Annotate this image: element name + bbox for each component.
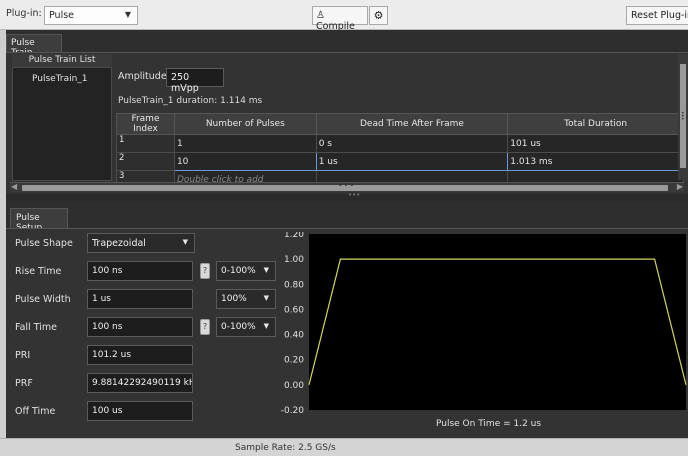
fall-range-value: 0-100% bbox=[221, 322, 256, 332]
y-tick-label: 0.80 bbox=[284, 280, 304, 290]
chevron-down-icon: ▼ bbox=[124, 10, 131, 19]
y-tick-label: 1.00 bbox=[284, 255, 304, 265]
off-time-label: Off Time bbox=[15, 406, 56, 417]
prf-input[interactable]: 9.88142292490119 kHz bbox=[87, 373, 193, 393]
pulse-preview-chart: 1.20 1.00 0.80 0.60 0.40 0.20 0.00 -0.20 bbox=[280, 232, 688, 438]
compile-figure-icon: ♙ bbox=[316, 10, 325, 21]
grip-icon: ••• bbox=[348, 191, 361, 199]
rise-range-value: 0-100% bbox=[221, 266, 256, 276]
panel-splitter[interactable]: ••• bbox=[6, 191, 688, 202]
rise-range-dropdown[interactable]: 0-100% ▼ bbox=[216, 261, 276, 281]
frame-index-cell: 2 bbox=[116, 152, 175, 171]
y-tick-label: 0.00 bbox=[284, 381, 304, 391]
pulse-preview-plot: 1.20 1.00 0.80 0.60 0.40 0.20 0.00 -0.20 bbox=[281, 232, 687, 416]
y-tick-label: 0.60 bbox=[284, 305, 304, 315]
frame-table: Frame Index Number of Pulses Dead Time A… bbox=[116, 113, 684, 189]
tab-pulse-train[interactable]: Pulse Train bbox=[6, 34, 62, 58]
pulse-train-list-header: Pulse Train List bbox=[12, 54, 112, 67]
scroll-right-icon[interactable]: ▶ bbox=[677, 182, 683, 191]
column-header-dead-time[interactable]: Dead Time After Frame bbox=[315, 113, 509, 135]
frame-index-cell: 1 bbox=[116, 134, 175, 153]
sample-rate-text: Sample Rate: 2.5 GS/s bbox=[235, 443, 336, 453]
y-tick-label: 0.40 bbox=[284, 331, 304, 341]
gear-icon: ⚙ bbox=[373, 9, 384, 22]
plugin-dropdown-value: Pulse bbox=[49, 10, 75, 21]
pulse-shape-value: Trapezoidal bbox=[92, 238, 146, 249]
y-tick-label: -0.20 bbox=[281, 406, 305, 416]
grip-icon: ••• bbox=[338, 181, 356, 190]
dead-time-cell[interactable]: 1 us bbox=[315, 152, 509, 171]
number-of-pulses-cell[interactable]: 1 bbox=[173, 134, 317, 153]
horizontal-scrollbar[interactable]: ◀ ••• ▶ bbox=[10, 181, 684, 192]
prf-label: PRF bbox=[15, 378, 33, 389]
chevron-down-icon: ▼ bbox=[263, 322, 269, 330]
pulse-width-pct-value: 100% bbox=[221, 294, 247, 304]
scroll-left-icon[interactable]: ◀ bbox=[11, 182, 17, 191]
pulse-train-duration: PulseTrain_1 duration: 1.114 ms bbox=[118, 96, 263, 106]
plot-background bbox=[309, 234, 686, 410]
pulse-shape-dropdown[interactable]: Trapezoidal ▼ bbox=[87, 233, 195, 253]
pulse-width-dropdown[interactable]: 100% ▼ bbox=[216, 289, 276, 309]
rise-time-label: Rise Time bbox=[15, 266, 62, 277]
pulse-shape-label: Pulse Shape bbox=[15, 238, 73, 249]
chevron-down-icon: ▼ bbox=[263, 266, 269, 274]
y-tick-label: 1.20 bbox=[284, 232, 304, 240]
rise-time-input[interactable]: 100 ns bbox=[87, 261, 193, 281]
plugin-label: Plug-in: bbox=[6, 8, 42, 19]
pri-input[interactable]: 101.2 us bbox=[87, 345, 193, 365]
off-time-input[interactable]: 100 us bbox=[87, 401, 193, 421]
settings-button[interactable]: ⚙ bbox=[369, 6, 388, 25]
column-header-total-duration[interactable]: Total Duration bbox=[507, 113, 684, 135]
table-row[interactable]: 2 10 1 us 1.013 ms bbox=[116, 152, 684, 171]
y-tick-label: 0.20 bbox=[284, 356, 304, 366]
pulse-width-label: Pulse Width bbox=[15, 294, 71, 305]
dead-time-cell[interactable]: 0 s bbox=[315, 134, 509, 153]
fall-time-input[interactable]: 100 ns bbox=[87, 317, 193, 337]
pri-label: PRI bbox=[15, 350, 31, 361]
pulse-width-input[interactable]: 1 us bbox=[87, 289, 193, 309]
vertical-scrollbar[interactable]: • • • bbox=[678, 54, 688, 180]
chevron-down-icon: ▼ bbox=[263, 294, 269, 302]
amplitude-input[interactable]: 250 mVpp bbox=[166, 68, 224, 94]
table-row[interactable]: 1 1 0 s 101 us bbox=[116, 134, 684, 153]
fall-time-label: Fall Time bbox=[15, 322, 57, 333]
tab-pulse-setup[interactable]: Pulse Setup bbox=[10, 208, 68, 233]
total-duration-cell: 1.013 ms bbox=[507, 152, 684, 171]
column-header-frame-index[interactable]: Frame Index bbox=[116, 113, 175, 135]
fall-range-dropdown[interactable]: 0-100% ▼ bbox=[216, 317, 276, 337]
status-bar bbox=[0, 438, 688, 456]
amplitude-label: Amplitude bbox=[118, 71, 167, 82]
chart-x-label: Pulse On Time = 1.2 us bbox=[436, 419, 542, 429]
compile-button[interactable]: ♙ Compile bbox=[312, 6, 368, 32]
total-duration-cell: 101 us bbox=[507, 134, 684, 153]
grip-icon: ••• bbox=[681, 110, 685, 123]
fall-time-info-button[interactable]: ? bbox=[200, 319, 210, 335]
column-header-number-of-pulses[interactable]: Number of Pulses bbox=[173, 113, 317, 135]
list-item[interactable]: PulseTrain_1 bbox=[14, 72, 108, 88]
reset-plugin-button[interactable]: Reset Plug-in bbox=[626, 6, 688, 25]
chevron-down-icon: ▼ bbox=[182, 238, 188, 246]
rise-time-info-button[interactable]: ? bbox=[200, 263, 210, 279]
number-of-pulses-cell[interactable]: 10 bbox=[173, 152, 317, 171]
plugin-dropdown[interactable]: Pulse ▼ bbox=[44, 6, 138, 25]
